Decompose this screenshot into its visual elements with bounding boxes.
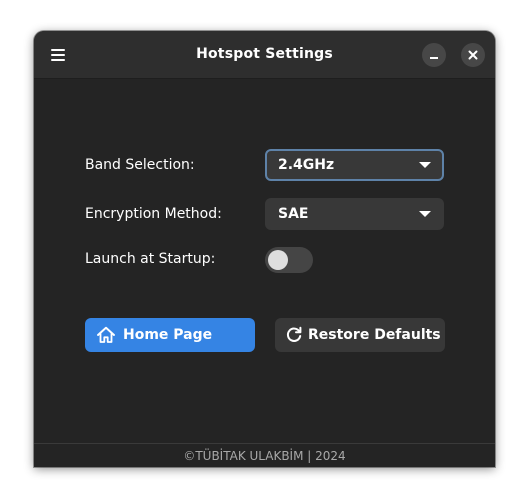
chevron-down-icon xyxy=(419,162,431,168)
restore-defaults-label: Restore Defaults xyxy=(308,327,441,343)
refresh-icon xyxy=(285,326,303,344)
close-button[interactable] xyxy=(461,43,485,67)
minimize-icon xyxy=(430,57,438,59)
band-selection-dropdown[interactable]: 2.4GHz xyxy=(265,149,444,181)
launch-at-startup-switch[interactable] xyxy=(265,247,313,273)
band-selection-label: Band Selection: xyxy=(85,157,195,173)
home-page-button[interactable]: Home Page xyxy=(85,318,255,352)
app-window: Hotspot Settings Band Selection: 2.4GHz … xyxy=(34,31,495,467)
minimize-button[interactable] xyxy=(422,43,446,67)
encryption-method-label: Encryption Method: xyxy=(85,206,222,222)
close-icon xyxy=(468,50,478,60)
switch-knob xyxy=(268,250,288,270)
home-page-label: Home Page xyxy=(123,327,213,343)
home-icon xyxy=(96,325,116,345)
band-selection-value: 2.4GHz xyxy=(278,157,335,173)
header-bar: Hotspot Settings xyxy=(34,31,495,79)
restore-defaults-button[interactable]: Restore Defaults xyxy=(275,318,445,352)
chevron-down-icon xyxy=(419,211,431,217)
encryption-method-dropdown[interactable]: SAE xyxy=(265,198,444,230)
launch-at-startup-label: Launch at Startup: xyxy=(85,251,216,267)
footer-copyright: ©TÜBİTAK ULAKBİM | 2024 xyxy=(34,443,495,467)
encryption-method-value: SAE xyxy=(278,206,309,222)
